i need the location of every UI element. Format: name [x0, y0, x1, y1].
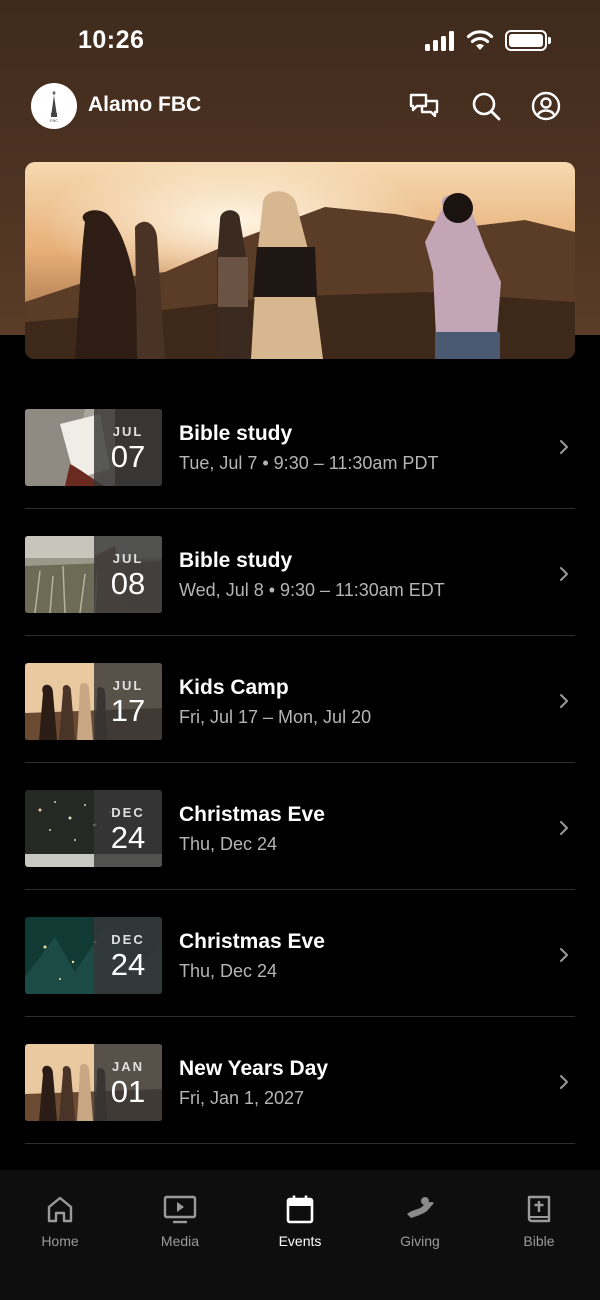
event-title: Bible study	[179, 549, 293, 572]
church-logo[interactable]: FBC	[31, 83, 77, 129]
event-datetime: Fri, Jan 1, 2027	[179, 1088, 305, 1108]
church-name: Alamo FBC	[88, 93, 202, 116]
chat-icon[interactable]	[408, 90, 440, 122]
giving-icon	[407, 1197, 434, 1218]
tab-bar: Home Media Events Giving Bible	[0, 1170, 600, 1300]
tab-events[interactable]: Events	[250, 1194, 350, 1249]
profile-icon[interactable]	[530, 90, 562, 122]
hero-image[interactable]	[25, 162, 575, 359]
tab-media[interactable]: Media	[130, 1194, 230, 1249]
event-row[interactable]: JUL 08 Bible study Wed, Jul 8 • 9:30 – 1…	[25, 509, 575, 636]
event-row[interactable]: DEC 24 Christmas Eve Thu, Dec 24	[25, 890, 575, 1017]
chevron-right-icon	[560, 821, 568, 835]
event-thumbnail: JUL 08	[25, 536, 162, 613]
bible-icon	[527, 1195, 551, 1223]
event-thumbnail: DEC 24	[25, 790, 162, 867]
event-datetime: Thu, Dec 24	[179, 834, 278, 854]
battery-icon	[505, 30, 551, 51]
event-date-badge: JUL 08	[94, 536, 162, 613]
tab-bible[interactable]: Bible	[489, 1194, 589, 1249]
chevron-right-icon	[560, 694, 568, 708]
event-date-badge: JUL 17	[94, 663, 162, 740]
steeple-logo-icon: FBC	[50, 91, 58, 123]
signal-icon	[425, 31, 457, 51]
event-thumbnail: DEC 24	[25, 917, 162, 994]
events-list: JUL 07 Bible study Tue, Jul 7 • 9:30 – 1…	[25, 382, 575, 1186]
event-title: Christmas Eve	[179, 930, 325, 953]
wifi-icon	[466, 30, 494, 50]
event-title: New Years Day	[179, 1057, 329, 1080]
event-title: Bible study	[179, 422, 293, 445]
event-thumbnail: JAN 01	[25, 1044, 162, 1121]
tab-home[interactable]: Home	[10, 1194, 110, 1249]
app-header: FBC Alamo FBC	[0, 82, 600, 130]
event-date-badge: DEC 24	[94, 790, 162, 867]
event-row[interactable]: JAN 01 New Years Day Fri, Jan 1, 2027	[25, 1017, 575, 1144]
event-datetime: Tue, Jul 7 • 9:30 – 11:30am PDT	[179, 453, 439, 473]
media-icon	[163, 1195, 197, 1224]
svg-text:FBC: FBC	[50, 118, 58, 123]
calendar-icon	[286, 1195, 314, 1224]
search-icon[interactable]	[470, 90, 502, 122]
event-datetime: Thu, Dec 24	[179, 961, 278, 981]
status-bar: 10:26	[0, 0, 600, 80]
event-date-badge: JUL 07	[94, 409, 162, 486]
chevron-right-icon	[560, 440, 568, 454]
tab-giving[interactable]: Giving	[370, 1194, 470, 1249]
chevron-right-icon	[560, 1075, 568, 1089]
event-title: Christmas Eve	[179, 803, 325, 826]
event-datetime: Fri, Jul 17 – Mon, Jul 20	[179, 707, 372, 727]
event-row[interactable]: JUL 17 Kids Camp Fri, Jul 17 – Mon, Jul …	[25, 636, 575, 763]
chevron-right-icon	[560, 948, 568, 962]
home-icon	[47, 1196, 73, 1223]
event-date-badge: DEC 24	[94, 917, 162, 994]
event-thumbnail: JUL 07	[25, 409, 162, 486]
chevron-right-icon	[560, 567, 568, 581]
event-thumbnail: JUL 17	[25, 663, 162, 740]
hero-photo	[25, 162, 575, 359]
event-date-badge: JAN 01	[94, 1044, 162, 1121]
event-row[interactable]: JUL 07 Bible study Tue, Jul 7 • 9:30 – 1…	[25, 382, 575, 509]
event-title: Kids Camp	[179, 676, 289, 699]
event-row[interactable]: DEC 24 Christmas Eve Thu, Dec 24	[25, 763, 575, 890]
event-datetime: Wed, Jul 8 • 9:30 – 11:30am EDT	[179, 580, 445, 600]
status-time: 10:26	[78, 26, 145, 54]
